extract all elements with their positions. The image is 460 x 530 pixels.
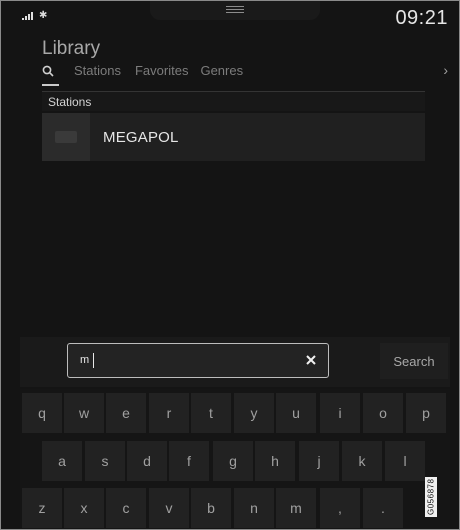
page-title: Library (42, 38, 101, 59)
key-c[interactable]: c (106, 488, 146, 528)
status-icons: ✱ (22, 10, 47, 21)
station-artwork (42, 113, 90, 161)
key-period[interactable]: . (363, 488, 403, 528)
library-tabs: Stations Favorites Genres (42, 63, 245, 78)
key-o[interactable]: o (363, 393, 403, 433)
key-e[interactable]: e (106, 393, 146, 433)
key-g[interactable]: g (213, 441, 253, 481)
image-reference-label: G056878 (425, 477, 437, 517)
key-l[interactable]: l (385, 441, 425, 481)
key-i[interactable]: i (320, 393, 360, 433)
drawer-handle-icon[interactable] (226, 6, 244, 13)
library-search-screen: ✱ 09:21 Library Stations Favorites Genre… (0, 0, 460, 530)
text-cursor (93, 353, 94, 368)
key-h[interactable]: h (255, 441, 295, 481)
key-b[interactable]: b (191, 488, 231, 528)
key-comma[interactable]: , (320, 488, 360, 528)
key-a[interactable]: a (42, 441, 82, 481)
search-input-value: m (80, 354, 90, 366)
key-p[interactable]: p (406, 393, 446, 433)
key-j[interactable]: j (299, 441, 339, 481)
key-k[interactable]: k (342, 441, 382, 481)
key-x[interactable]: x (64, 488, 104, 528)
section-header-stations: Stations (42, 91, 425, 111)
key-n[interactable]: n (234, 488, 274, 528)
chevron-right-icon[interactable]: › (443, 62, 448, 78)
signal-strength-icon (22, 11, 33, 20)
key-m[interactable]: m (276, 488, 316, 528)
key-y[interactable]: y (234, 393, 274, 433)
tab-favorites[interactable]: Favorites (135, 63, 188, 78)
key-d[interactable]: d (127, 441, 167, 481)
key-r[interactable]: r (149, 393, 189, 433)
tab-search[interactable] (42, 65, 64, 77)
station-name: MEGAPOL (103, 128, 179, 146)
key-s[interactable]: s (85, 441, 125, 481)
close-icon (306, 355, 316, 365)
search-icon (42, 65, 54, 77)
key-q[interactable]: q (22, 393, 62, 433)
station-list-item[interactable]: MEGAPOL (42, 113, 425, 161)
bluetooth-icon: ✱ (39, 10, 48, 21)
search-input[interactable]: m (67, 343, 329, 378)
tab-genres[interactable]: Genres (200, 63, 243, 78)
radio-icon (55, 131, 77, 143)
active-tab-indicator (42, 84, 59, 86)
key-u[interactable]: u (276, 393, 316, 433)
key-v[interactable]: v (149, 488, 189, 528)
clock: 09:21 (395, 7, 448, 29)
key-f[interactable]: f (169, 441, 209, 481)
key-w[interactable]: w (64, 393, 104, 433)
search-button[interactable]: Search (380, 343, 448, 379)
key-t[interactable]: t (191, 393, 231, 433)
tab-stations[interactable]: Stations (74, 63, 121, 78)
clear-search-button[interactable] (301, 350, 321, 370)
key-z[interactable]: z (22, 488, 62, 528)
